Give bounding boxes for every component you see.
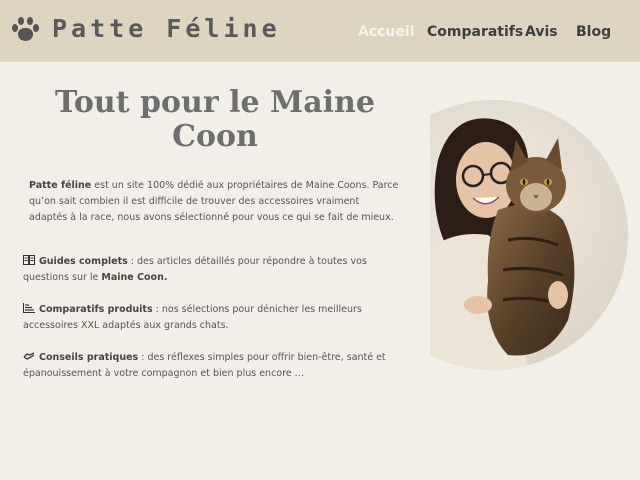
handshake-icon xyxy=(23,351,35,361)
feature-title: Guides complets xyxy=(39,256,128,267)
book-icon xyxy=(23,255,35,265)
nav-accueil[interactable]: Accueil xyxy=(358,24,415,40)
chart-bars-icon xyxy=(23,303,35,313)
feature-trailing: Maine Coon. xyxy=(101,272,168,283)
nav-blog[interactable]: Blog xyxy=(576,24,611,40)
site-header: Patte Féline Accueil Comparatifs Avis Bl… xyxy=(0,0,640,62)
main-nav: Accueil Comparatifs Avis Blog xyxy=(0,24,640,44)
intro-brand: Patte féline xyxy=(29,180,92,191)
feature-conseils: Conseils pratiques : des réflexes simple… xyxy=(23,350,403,382)
feature-title: Conseils pratiques xyxy=(39,352,139,363)
nav-comparatifs[interactable]: Comparatifs xyxy=(427,24,523,40)
feature-guides: Guides complets : des articles détaillés… xyxy=(23,254,403,286)
woman-with-cat-photo xyxy=(430,100,628,370)
intro-paragraph: Patte féline est un site 100% dédié aux … xyxy=(29,178,399,226)
hero-title: Tout pour le Maine Coon xyxy=(55,85,375,154)
feature-title: Comparatifs produits xyxy=(39,304,153,315)
feature-comparatifs: Comparatifs produits : nos sélections po… xyxy=(23,302,403,334)
hero-image xyxy=(430,100,628,370)
nav-avis[interactable]: Avis xyxy=(525,24,558,40)
